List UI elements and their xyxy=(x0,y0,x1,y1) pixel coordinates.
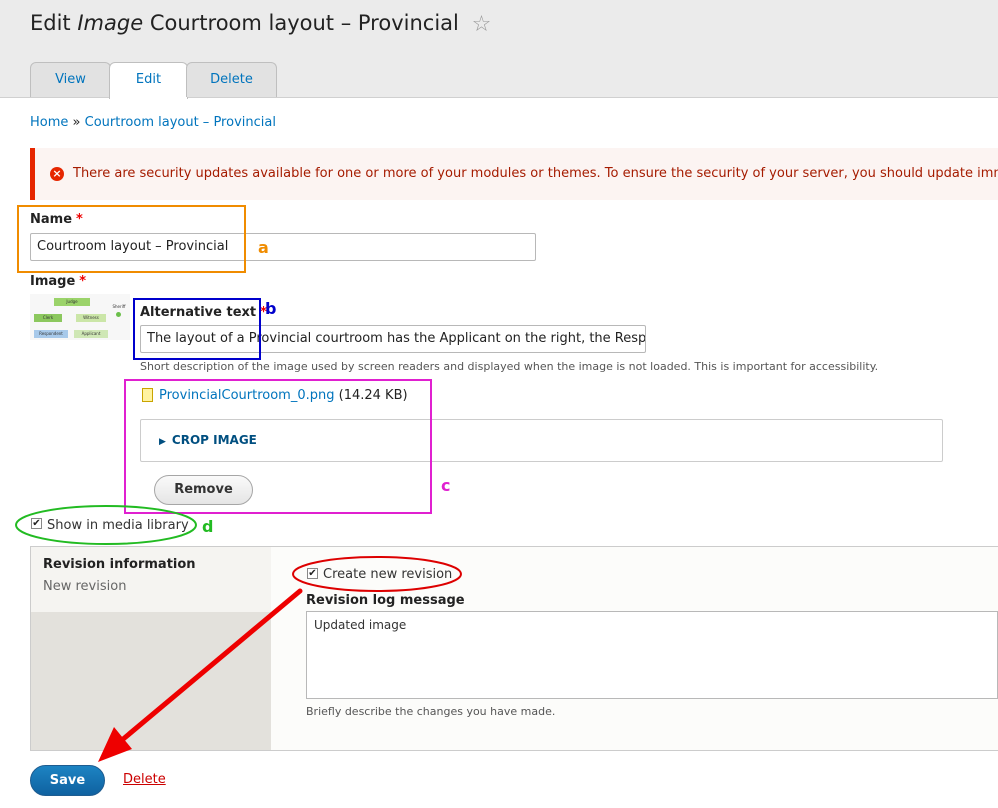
annotation-ellipse-revision xyxy=(292,556,462,592)
annotation-arrow-line xyxy=(119,588,303,743)
annotation-overlay xyxy=(15,505,462,762)
annotation-arrow-head xyxy=(98,727,132,762)
annotation-ellipse-d xyxy=(15,505,197,545)
